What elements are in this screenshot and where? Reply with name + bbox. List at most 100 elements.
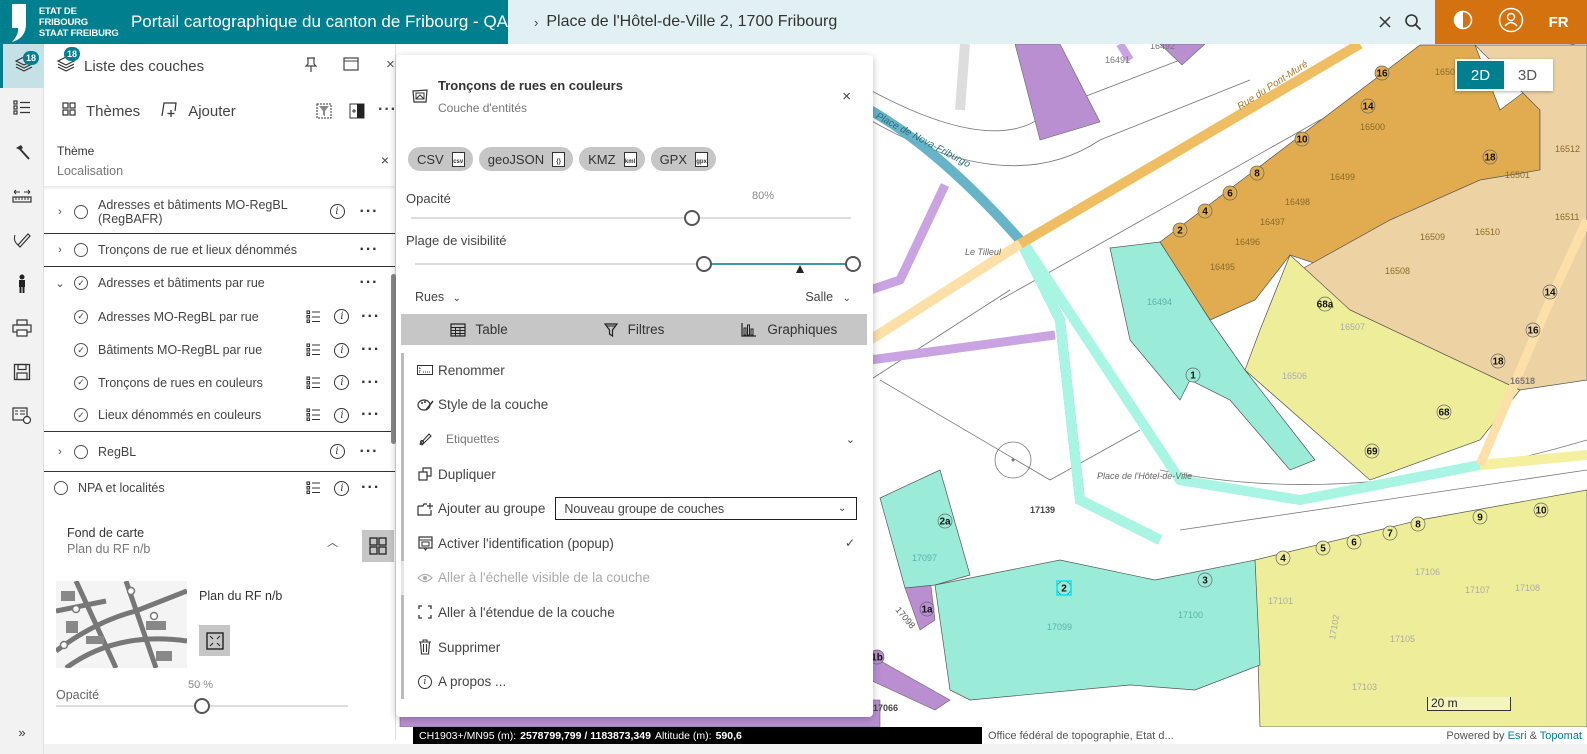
close-panel-icon[interactable]: × <box>386 56 395 73</box>
layer-opacity-slider-handle[interactable] <box>684 210 700 226</box>
search-input[interactable]: Place de l'Hôtel-de-Ville 2, 1700 Fribou… <box>546 13 1371 31</box>
export-csv-button[interactable]: CSV csv <box>408 147 473 171</box>
export-geojson-button[interactable]: geoJSON {} <box>478 147 574 171</box>
charts-button[interactable]: Graphiques <box>712 322 867 337</box>
rail-print-button[interactable] <box>0 308 44 352</box>
contrast-icon[interactable] <box>1453 10 1473 34</box>
chevron-right-icon[interactable]: › <box>54 244 66 256</box>
more-options-icon[interactable]: ··· <box>356 407 385 423</box>
legend-icon[interactable] <box>299 481 328 495</box>
duplicate-menu-item[interactable]: Dupliquer <box>401 456 867 492</box>
info-icon[interactable]: i <box>328 309 357 324</box>
info-icon[interactable]: i <box>328 342 357 358</box>
layer-row[interactable]: ✓ Tronçons de rues en couleurs i ··· <box>44 367 395 399</box>
rail-measure-button[interactable] <box>0 176 44 220</box>
basemap-header[interactable]: Fond de carte Plan du RF n/b ︿ <box>44 514 396 564</box>
info-icon[interactable]: i <box>328 480 357 496</box>
more-options-icon[interactable]: ··· <box>356 480 385 496</box>
layer-visibility-toggle[interactable] <box>74 444 88 459</box>
enable-popup-menu-item[interactable]: Activer l'identification (popup) ✓ <box>401 525 867 561</box>
basemap-thumbnail[interactable] <box>56 581 187 668</box>
search-icon[interactable] <box>1399 13 1427 31</box>
more-options-icon[interactable]: ··· <box>353 275 385 291</box>
rail-save-button[interactable] <box>0 352 44 396</box>
view-2d-button[interactable]: 2D <box>1457 61 1504 89</box>
more-options-icon[interactable]: ··· <box>356 308 385 324</box>
rail-streetview-button[interactable] <box>0 264 44 308</box>
table-button[interactable]: Table <box>401 322 556 337</box>
info-icon[interactable]: i <box>328 375 357 390</box>
remove-layer-menu-item[interactable]: Supprimer <box>401 629 867 665</box>
layer-visibility-toggle[interactable] <box>74 243 88 257</box>
more-options-icon[interactable]: ··· <box>353 242 385 258</box>
info-icon[interactable]: i <box>321 204 353 219</box>
filters-button[interactable]: Filtres <box>556 322 711 337</box>
rail-tools-button[interactable] <box>0 132 44 176</box>
export-kmz-button[interactable]: KMZ kml <box>579 147 645 171</box>
chevron-up-icon[interactable]: ︿ <box>327 534 338 550</box>
clear-theme-icon[interactable]: × <box>381 152 389 168</box>
layer-style-menu-item[interactable]: Style de la couche <box>401 387 867 423</box>
rail-layers-button[interactable]: 18 <box>0 44 44 88</box>
layer-row[interactable]: ✓ Adresses MO-RegBL par rue i ··· <box>44 300 395 334</box>
layer-row[interactable]: › Tronçons de rue et lieux dénommés ··· <box>44 234 395 267</box>
more-options-icon[interactable]: ··· <box>353 203 385 219</box>
about-menu-item[interactable]: i A propos ... <box>401 664 867 699</box>
legend-icon[interactable] <box>299 343 328 357</box>
layer-visibility-toggle[interactable]: ✓ <box>74 375 88 390</box>
clear-search-icon[interactable] <box>1371 15 1399 29</box>
chevron-right-icon[interactable]: › <box>54 206 66 218</box>
basemap-opacity-slider-handle[interactable] <box>194 698 210 714</box>
pin-icon[interactable] <box>304 57 318 78</box>
layer-row[interactable]: › RegBL i ··· <box>44 432 395 472</box>
visibility-min-select[interactable]: Rues ⌄ <box>415 290 461 304</box>
more-options-icon[interactable]: ··· <box>356 374 385 390</box>
chevron-right-icon[interactable]: › <box>54 446 66 458</box>
esri-link[interactable]: Esri <box>1508 730 1527 742</box>
goto-extent-menu-item[interactable]: Aller à l'étendue de la couche <box>401 595 867 630</box>
more-options-icon[interactable]: ··· <box>353 443 385 459</box>
layer-visibility-toggle[interactable]: ✓ <box>74 408 88 422</box>
layer-row[interactable]: › Adresses et bâtiments MO-RegBL (RegBAFR… <box>44 190 395 234</box>
layer-opacity-track[interactable] <box>411 217 851 219</box>
layer-visibility-toggle[interactable]: ✓ <box>74 309 88 324</box>
fullscreen-button[interactable] <box>199 625 230 656</box>
layer-visibility-toggle[interactable] <box>54 481 68 495</box>
info-icon[interactable]: i <box>328 407 357 423</box>
attribution-text[interactable]: Office fédéral de topographie, Etat d... <box>988 730 1174 742</box>
legend-icon[interactable] <box>299 375 328 390</box>
language-button[interactable]: FR <box>1549 14 1569 31</box>
layer-row[interactable]: ✓ Bâtiments MO-RegBL par rue i ··· <box>44 334 395 367</box>
rail-draw-button[interactable] <box>0 220 44 264</box>
rename-menu-item[interactable]: Renommer <box>401 353 867 388</box>
more-options-icon[interactable]: ··· <box>378 102 397 118</box>
layer-row[interactable]: NPA et localités i ··· <box>44 472 395 505</box>
compare-layers-icon[interactable] <box>349 103 365 123</box>
dock-window-icon[interactable] <box>343 57 359 76</box>
group-select[interactable]: Nouveau groupe de couches ⌄ <box>555 497 858 521</box>
rail-settings-button[interactable] <box>0 396 44 440</box>
layer-visibility-toggle[interactable]: ✓ <box>74 343 88 357</box>
legend-icon[interactable] <box>299 408 328 422</box>
labels-menu-item[interactable]: Etiquettes ⌄ <box>401 422 867 457</box>
visibility-max-handle[interactable] <box>845 256 861 272</box>
filter-layers-icon[interactable] <box>316 103 332 123</box>
chevron-down-icon[interactable]: ⌄ <box>54 277 66 290</box>
add-layer-button[interactable]: Ajouter <box>160 101 236 121</box>
close-popover-icon[interactable]: × <box>842 88 851 105</box>
basemap-gallery-button[interactable] <box>362 530 394 562</box>
view-3d-button[interactable]: 3D <box>1504 61 1551 89</box>
layer-visibility-toggle[interactable] <box>74 204 88 219</box>
more-options-icon[interactable]: ··· <box>356 342 385 358</box>
export-gpx-button[interactable]: GPX gpx <box>650 147 717 171</box>
layer-row[interactable]: ✓ Lieux dénommés en couleurs i ··· <box>44 399 395 432</box>
rail-legend-button[interactable] <box>0 88 44 132</box>
info-icon[interactable]: i <box>321 444 353 459</box>
themes-button[interactable]: Thèmes <box>62 102 140 120</box>
expand-rail-button[interactable]: » <box>0 725 44 740</box>
topomat-link[interactable]: Topomat <box>1540 730 1582 742</box>
visibility-min-handle[interactable] <box>696 256 713 272</box>
layer-visibility-toggle[interactable]: ✓ <box>74 276 88 290</box>
layer-row[interactable]: ⌄ ✓ Adresses et bâtiments par rue ··· <box>44 267 395 300</box>
visibility-max-select[interactable]: Salle ⌄ <box>805 290 851 304</box>
